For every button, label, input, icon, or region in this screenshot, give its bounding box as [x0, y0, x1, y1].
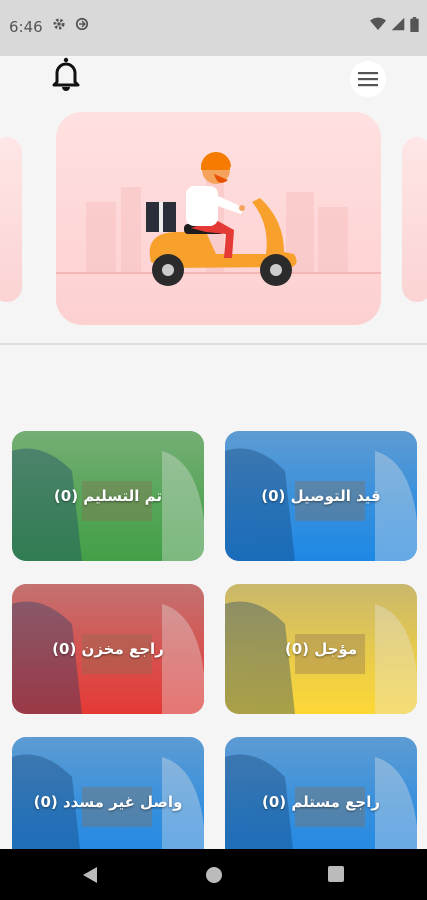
section-divider — [0, 343, 427, 345]
back-icon[interactable] — [82, 866, 98, 888]
menu-icon[interactable] — [350, 61, 386, 97]
banner-carousel[interactable] — [0, 112, 427, 327]
tile-returned-to-warehouse[interactable]: راجع مخزن (0) — [12, 584, 204, 714]
app-header — [0, 56, 427, 100]
banner-slide[interactable] — [56, 112, 381, 325]
tile-delivered[interactable]: تم التسليم (0) — [12, 431, 204, 561]
bell-icon[interactable] — [48, 56, 84, 92]
wifi-icon — [370, 17, 386, 35]
tile-label: تم التسليم (0) — [53, 487, 163, 505]
tile-arrived-unpaid[interactable]: واصل غير مسدد (0) — [12, 737, 204, 867]
battery-icon — [410, 17, 419, 36]
tile-in-delivery[interactable]: قيد التوصيل (0) — [225, 431, 417, 561]
tile-postponed[interactable]: مؤجل (0) — [225, 584, 417, 714]
tile-label: قيد التوصيل (0) — [261, 487, 381, 505]
gear-icon — [52, 17, 66, 35]
sync-icon — [75, 17, 89, 35]
home-icon[interactable] — [205, 866, 223, 888]
delivery-scooter-illustration — [56, 151, 381, 286]
carousel-next-slide[interactable] — [402, 137, 427, 302]
signal-icon — [391, 17, 405, 35]
tile-label: راجع مخزن (0) — [52, 640, 164, 658]
tile-label: مؤجل (0) — [284, 640, 358, 658]
recents-icon[interactable] — [328, 866, 344, 886]
carousel-prev-slide[interactable] — [0, 137, 22, 302]
tile-label: راجع مستلم (0) — [262, 793, 380, 811]
status-time: 6:46 — [9, 18, 43, 36]
tile-label: واصل غير مسدد (0) — [33, 793, 183, 811]
tile-returned-to-recipient[interactable]: راجع مستلم (0) — [225, 737, 417, 867]
system-nav-bar — [0, 849, 427, 900]
status-bar: 6:46 — [0, 0, 427, 56]
